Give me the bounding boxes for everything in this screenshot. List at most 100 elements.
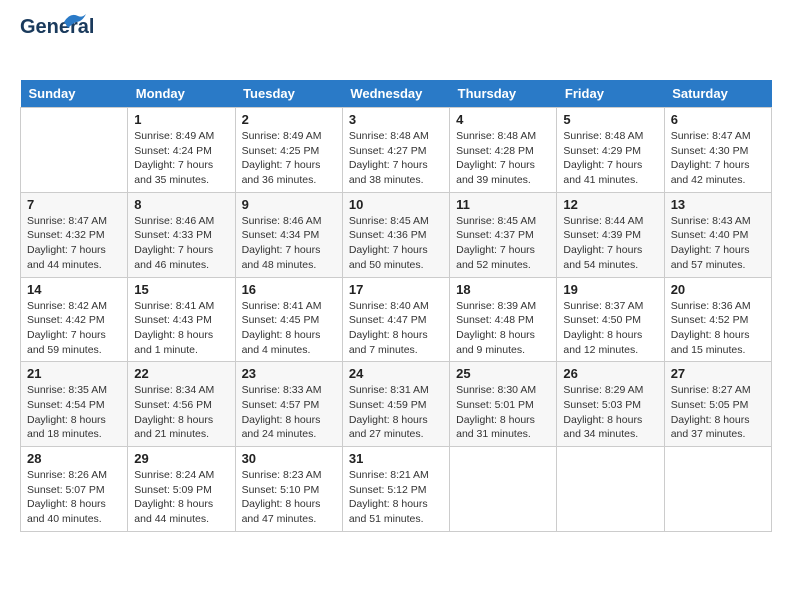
date-number: 13 <box>671 197 765 212</box>
calendar-cell: 19 Sunrise: 8:37 AMSunset: 4:50 PMDayligh… <box>557 277 664 362</box>
calendar-cell: 9 Sunrise: 8:46 AMSunset: 4:34 PMDaylight… <box>235 192 342 277</box>
calendar-cell: 20 Sunrise: 8:36 AMSunset: 4:52 PMDayligh… <box>664 277 771 362</box>
calendar-cell: 30 Sunrise: 8:23 AMSunset: 5:10 PMDayligh… <box>235 447 342 532</box>
date-number: 2 <box>242 112 336 127</box>
cell-info: Sunrise: 8:34 AMSunset: 4:56 PMDaylight:… <box>134 383 228 442</box>
date-number: 26 <box>563 366 657 381</box>
cell-info: Sunrise: 8:33 AMSunset: 4:57 PMDaylight:… <box>242 383 336 442</box>
calendar-cell: 25 Sunrise: 8:30 AMSunset: 5:01 PMDayligh… <box>450 362 557 447</box>
cell-info: Sunrise: 8:47 AMSunset: 4:30 PMDaylight:… <box>671 129 765 188</box>
date-number: 1 <box>134 112 228 127</box>
calendar-cell: 13 Sunrise: 8:43 AMSunset: 4:40 PMDayligh… <box>664 192 771 277</box>
cell-info: Sunrise: 8:26 AMSunset: 5:07 PMDaylight:… <box>27 468 121 527</box>
date-number: 3 <box>349 112 443 127</box>
page-header: General <box>20 16 772 70</box>
calendar-cell: 5 Sunrise: 8:48 AMSunset: 4:29 PMDaylight… <box>557 108 664 193</box>
calendar-cell: 16 Sunrise: 8:41 AMSunset: 4:45 PMDayligh… <box>235 277 342 362</box>
calendar-cell: 23 Sunrise: 8:33 AMSunset: 4:57 PMDayligh… <box>235 362 342 447</box>
date-number: 4 <box>456 112 550 127</box>
day-header-friday: Friday <box>557 80 664 108</box>
day-header-saturday: Saturday <box>664 80 771 108</box>
date-number: 5 <box>563 112 657 127</box>
day-header-monday: Monday <box>128 80 235 108</box>
cell-info: Sunrise: 8:44 AMSunset: 4:39 PMDaylight:… <box>563 214 657 273</box>
calendar-cell: 10 Sunrise: 8:45 AMSunset: 4:36 PMDayligh… <box>342 192 449 277</box>
cell-info: Sunrise: 8:45 AMSunset: 4:37 PMDaylight:… <box>456 214 550 273</box>
date-number: 28 <box>27 451 121 466</box>
date-number: 24 <box>349 366 443 381</box>
cell-info: Sunrise: 8:46 AMSunset: 4:33 PMDaylight:… <box>134 214 228 273</box>
date-number: 15 <box>134 282 228 297</box>
cell-info: Sunrise: 8:36 AMSunset: 4:52 PMDaylight:… <box>671 299 765 358</box>
calendar-cell: 2 Sunrise: 8:49 AMSunset: 4:25 PMDaylight… <box>235 108 342 193</box>
date-number: 7 <box>27 197 121 212</box>
cell-info: Sunrise: 8:37 AMSunset: 4:50 PMDaylight:… <box>563 299 657 358</box>
date-number: 8 <box>134 197 228 212</box>
calendar-cell: 21 Sunrise: 8:35 AMSunset: 4:54 PMDayligh… <box>21 362 128 447</box>
calendar-cell: 27 Sunrise: 8:27 AMSunset: 5:05 PMDayligh… <box>664 362 771 447</box>
day-header-thursday: Thursday <box>450 80 557 108</box>
cell-info: Sunrise: 8:29 AMSunset: 5:03 PMDaylight:… <box>563 383 657 442</box>
calendar-cell: 17 Sunrise: 8:40 AMSunset: 4:47 PMDayligh… <box>342 277 449 362</box>
calendar-cell: 14 Sunrise: 8:42 AMSunset: 4:42 PMDayligh… <box>21 277 128 362</box>
date-number: 25 <box>456 366 550 381</box>
calendar-cell <box>664 447 771 532</box>
cell-info: Sunrise: 8:46 AMSunset: 4:34 PMDaylight:… <box>242 214 336 273</box>
cell-info: Sunrise: 8:45 AMSunset: 4:36 PMDaylight:… <box>349 214 443 273</box>
calendar-cell <box>557 447 664 532</box>
cell-info: Sunrise: 8:47 AMSunset: 4:32 PMDaylight:… <box>27 214 121 273</box>
date-number: 17 <box>349 282 443 297</box>
calendar-cell: 15 Sunrise: 8:41 AMSunset: 4:43 PMDayligh… <box>128 277 235 362</box>
cell-info: Sunrise: 8:49 AMSunset: 4:24 PMDaylight:… <box>134 129 228 188</box>
cell-info: Sunrise: 8:31 AMSunset: 4:59 PMDaylight:… <box>349 383 443 442</box>
calendar-cell: 8 Sunrise: 8:46 AMSunset: 4:33 PMDaylight… <box>128 192 235 277</box>
cell-info: Sunrise: 8:35 AMSunset: 4:54 PMDaylight:… <box>27 383 121 442</box>
calendar-cell: 3 Sunrise: 8:48 AMSunset: 4:27 PMDaylight… <box>342 108 449 193</box>
cell-info: Sunrise: 8:27 AMSunset: 5:05 PMDaylight:… <box>671 383 765 442</box>
date-number: 30 <box>242 451 336 466</box>
calendar-cell: 11 Sunrise: 8:45 AMSunset: 4:37 PMDayligh… <box>450 192 557 277</box>
date-number: 29 <box>134 451 228 466</box>
cell-info: Sunrise: 8:21 AMSunset: 5:12 PMDaylight:… <box>349 468 443 527</box>
date-number: 27 <box>671 366 765 381</box>
cell-info: Sunrise: 8:48 AMSunset: 4:27 PMDaylight:… <box>349 129 443 188</box>
calendar-cell <box>450 447 557 532</box>
calendar-cell: 26 Sunrise: 8:29 AMSunset: 5:03 PMDayligh… <box>557 362 664 447</box>
cell-info: Sunrise: 8:30 AMSunset: 5:01 PMDaylight:… <box>456 383 550 442</box>
calendar-cell: 28 Sunrise: 8:26 AMSunset: 5:07 PMDayligh… <box>21 447 128 532</box>
date-number: 20 <box>671 282 765 297</box>
date-number: 21 <box>27 366 121 381</box>
cell-info: Sunrise: 8:41 AMSunset: 4:45 PMDaylight:… <box>242 299 336 358</box>
date-number: 14 <box>27 282 121 297</box>
cell-info: Sunrise: 8:49 AMSunset: 4:25 PMDaylight:… <box>242 129 336 188</box>
cell-info: Sunrise: 8:43 AMSunset: 4:40 PMDaylight:… <box>671 214 765 273</box>
date-number: 10 <box>349 197 443 212</box>
date-number: 16 <box>242 282 336 297</box>
date-number: 9 <box>242 197 336 212</box>
date-number: 18 <box>456 282 550 297</box>
date-number: 23 <box>242 366 336 381</box>
calendar-cell: 1 Sunrise: 8:49 AMSunset: 4:24 PMDaylight… <box>128 108 235 193</box>
day-header-wednesday: Wednesday <box>342 80 449 108</box>
calendar-cell <box>21 108 128 193</box>
cell-info: Sunrise: 8:48 AMSunset: 4:28 PMDaylight:… <box>456 129 550 188</box>
calendar-cell: 6Sunrise: 8:47 AMSunset: 4:30 PMDaylight… <box>664 108 771 193</box>
date-number: 19 <box>563 282 657 297</box>
day-header-sunday: Sunday <box>21 80 128 108</box>
cell-info: Sunrise: 8:41 AMSunset: 4:43 PMDaylight:… <box>134 299 228 358</box>
calendar-cell: 7 Sunrise: 8:47 AMSunset: 4:32 PMDaylight… <box>21 192 128 277</box>
date-number: 31 <box>349 451 443 466</box>
date-number: 12 <box>563 197 657 212</box>
cell-info: Sunrise: 8:48 AMSunset: 4:29 PMDaylight:… <box>563 129 657 188</box>
cell-info: Sunrise: 8:23 AMSunset: 5:10 PMDaylight:… <box>242 468 336 527</box>
cell-info: Sunrise: 8:40 AMSunset: 4:47 PMDaylight:… <box>349 299 443 358</box>
cell-info: Sunrise: 8:24 AMSunset: 5:09 PMDaylight:… <box>134 468 228 527</box>
logo: General <box>20 16 70 70</box>
date-number: 11 <box>456 197 550 212</box>
calendar-cell: 29 Sunrise: 8:24 AMSunset: 5:09 PMDayligh… <box>128 447 235 532</box>
calendar-cell: 22Sunrise: 8:34 AMSunset: 4:56 PMDayligh… <box>128 362 235 447</box>
calendar-cell: 24 Sunrise: 8:31 AMSunset: 4:59 PMDayligh… <box>342 362 449 447</box>
calendar-cell: 18Sunrise: 8:39 AMSunset: 4:48 PMDayligh… <box>450 277 557 362</box>
cell-info: Sunrise: 8:42 AMSunset: 4:42 PMDaylight:… <box>27 299 121 358</box>
day-header-tuesday: Tuesday <box>235 80 342 108</box>
